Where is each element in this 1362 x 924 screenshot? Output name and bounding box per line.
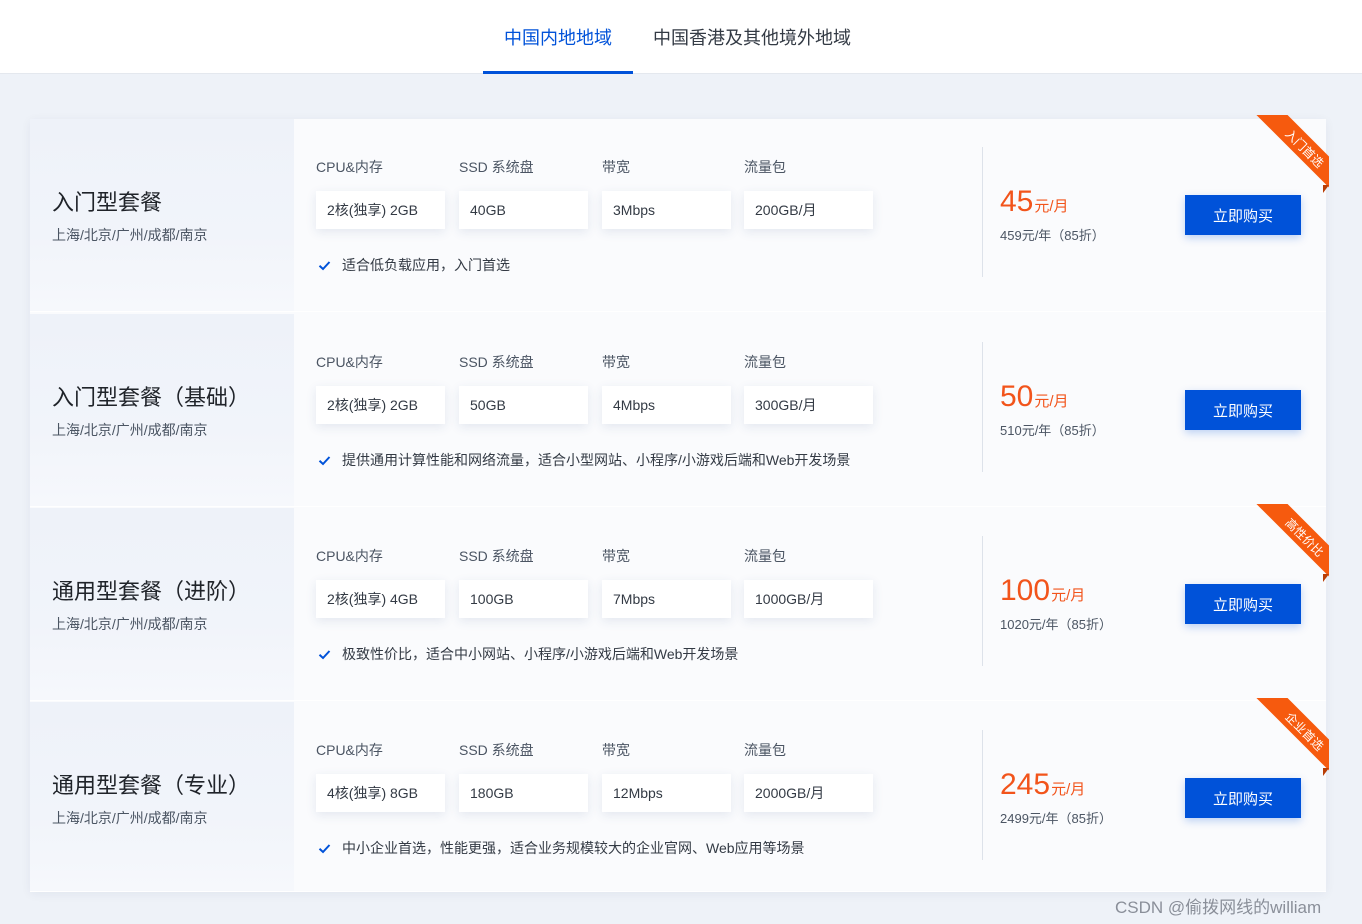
- price-amount: 100: [1000, 574, 1051, 607]
- price-unit: 元/月: [1051, 781, 1086, 798]
- spec-disk-value: 50GB: [459, 386, 588, 424]
- monthly-price: 50 元/月: [1000, 382, 1069, 412]
- plan-card: 通用型套餐（专业） 上海/北京/广州/成都/南京 CPU&内存 SSD 系统盘 …: [30, 698, 1329, 892]
- ribbon-label: 企业首选: [1254, 698, 1329, 780]
- spec-cpu-value: 4核(独享) 8GB: [316, 774, 445, 812]
- tab-mainland-china[interactable]: 中国内地地域: [483, 0, 633, 74]
- spec-label-cpu: CPU&内存: [316, 159, 383, 175]
- plan-feature: 提供通用计算性能和网络流量，适合小型网站、小程序/小游戏后端和Web开发场景: [318, 450, 850, 470]
- spec-label-bandwidth: 带宽: [602, 548, 630, 564]
- price-unit: 元/月: [1034, 198, 1069, 215]
- spec-label-bandwidth: 带宽: [602, 354, 630, 370]
- price-amount: 50: [1000, 380, 1034, 413]
- plan-feature-text: 中小企业首选，性能更强，适合业务规模较大的企业官网、Web应用等场景: [342, 840, 805, 856]
- price-unit: 元/月: [1034, 393, 1069, 410]
- spec-disk-value: 40GB: [459, 191, 588, 229]
- price-unit: 元/月: [1051, 587, 1086, 604]
- yearly-price: 1020元/年（85折）: [1000, 617, 1112, 632]
- spec-disk-value: 180GB: [459, 774, 588, 812]
- plan-feature-text: 极致性价比，适合中小网站、小程序/小游戏后端和Web开发场景: [342, 646, 739, 662]
- plan-name: 通用型套餐（专业）: [52, 773, 251, 798]
- yearly-price: 459元/年（85折）: [1000, 228, 1105, 243]
- plan-name: 入门型套餐: [52, 190, 163, 215]
- spec-label-traffic: 流量包: [744, 159, 786, 175]
- spec-label-disk: SSD 系统盘: [459, 742, 534, 758]
- plan-name: 入门型套餐（基础）: [52, 385, 251, 410]
- divider: [982, 536, 983, 666]
- spec-label-disk: SSD 系统盘: [459, 159, 534, 175]
- plan-feature: 中小企业首选，性能更强，适合业务规模较大的企业官网、Web应用等场景: [318, 838, 805, 858]
- plan-card: 通用型套餐（进阶） 上海/北京/广州/成都/南京 CPU&内存 SSD 系统盘 …: [30, 504, 1329, 701]
- spec-bandwidth-value: 12Mbps: [602, 774, 731, 812]
- spec-disk-value: 100GB: [459, 580, 588, 618]
- yearly-price: 2499元/年（85折）: [1000, 811, 1112, 826]
- spec-label-traffic: 流量包: [744, 742, 786, 758]
- buy-now-button[interactable]: 立即购买: [1185, 390, 1301, 430]
- spec-label-disk: SSD 系统盘: [459, 548, 534, 564]
- check-icon: [318, 843, 331, 853]
- spec-cpu-value: 2核(独享) 2GB: [316, 386, 445, 424]
- plan-header: 入门型套餐（基础） 上海/北京/广州/成都/南京: [30, 314, 294, 506]
- monthly-price: 245 元/月: [1000, 770, 1085, 800]
- corner-ribbon: 入门首选: [1245, 115, 1329, 197]
- plan-header: 通用型套餐（进阶） 上海/北京/广州/成都/南京: [30, 508, 294, 700]
- check-icon: [318, 649, 331, 659]
- spec-label-traffic: 流量包: [744, 354, 786, 370]
- plan-regions: 上海/北京/广州/成都/南京: [52, 616, 208, 632]
- spec-traffic-value: 2000GB/月: [744, 774, 873, 812]
- check-icon: [318, 260, 331, 270]
- spec-bandwidth-value: 7Mbps: [602, 580, 731, 618]
- divider: [982, 342, 983, 472]
- spec-cpu-value: 2核(独享) 2GB: [316, 191, 445, 229]
- spec-label-bandwidth: 带宽: [602, 742, 630, 758]
- corner-ribbon: 企业首选: [1245, 698, 1329, 780]
- spec-label-cpu: CPU&内存: [316, 742, 383, 758]
- corner-ribbon: 高性价比: [1245, 504, 1329, 586]
- plan-card: 入门型套餐 上海/北京/广州/成都/南京 CPU&内存 SSD 系统盘 带宽 流…: [30, 115, 1329, 312]
- price-amount: 245: [1000, 768, 1051, 801]
- plan-feature: 极致性价比，适合中小网站、小程序/小游戏后端和Web开发场景: [318, 644, 738, 664]
- ribbon-label: 高性价比: [1254, 504, 1329, 586]
- plan-list: 入门型套餐 上海/北京/广州/成都/南京 CPU&内存 SSD 系统盘 带宽 流…: [30, 115, 1329, 892]
- plan-feature-text: 适合低负载应用，入门首选: [342, 257, 510, 273]
- ribbon-fold: [1323, 768, 1329, 776]
- spec-label-disk: SSD 系统盘: [459, 354, 534, 370]
- spec-bandwidth-value: 3Mbps: [602, 191, 731, 229]
- monthly-price: 100 元/月: [1000, 576, 1085, 606]
- tab-hongkong-overseas[interactable]: 中国香港及其他境外地域: [648, 0, 856, 74]
- plan-name: 通用型套餐（进阶）: [52, 579, 251, 604]
- buy-now-button[interactable]: 立即购买: [1185, 778, 1301, 818]
- spec-label-cpu: CPU&内存: [316, 354, 383, 370]
- watermark: CSDN @偷拨网线的william: [1115, 898, 1322, 917]
- spec-bandwidth-value: 4Mbps: [602, 386, 731, 424]
- ribbon-fold: [1323, 185, 1329, 193]
- region-tabs: 中国内地地域 中国香港及其他境外地域: [0, 0, 1362, 74]
- plan-card: 入门型套餐（基础） 上海/北京/广州/成都/南京 CPU&内存 SSD 系统盘 …: [30, 314, 1326, 507]
- ribbon-fold: [1323, 574, 1329, 582]
- monthly-price: 45 元/月: [1000, 187, 1069, 217]
- plan-regions: 上海/北京/广州/成都/南京: [52, 422, 208, 438]
- plan-feature-text: 提供通用计算性能和网络流量，适合小型网站、小程序/小游戏后端和Web开发场景: [342, 452, 851, 468]
- plan-header: 通用型套餐（专业） 上海/北京/广州/成都/南京: [30, 702, 294, 891]
- price-amount: 45: [1000, 185, 1034, 218]
- ribbon-label: 入门首选: [1254, 115, 1329, 197]
- plan-regions: 上海/北京/广州/成都/南京: [52, 810, 208, 826]
- divider: [982, 730, 983, 860]
- buy-now-button[interactable]: 立即购买: [1185, 584, 1301, 624]
- check-icon: [318, 455, 331, 465]
- plan-header: 入门型套餐 上海/北京/广州/成都/南京: [30, 119, 294, 311]
- spec-cpu-value: 2核(独享) 4GB: [316, 580, 445, 618]
- plan-regions: 上海/北京/广州/成都/南京: [52, 227, 208, 243]
- spec-traffic-value: 200GB/月: [744, 191, 873, 229]
- spec-traffic-value: 300GB/月: [744, 386, 873, 424]
- divider: [982, 147, 983, 277]
- spec-label-bandwidth: 带宽: [602, 159, 630, 175]
- spec-label-traffic: 流量包: [744, 548, 786, 564]
- plan-feature: 适合低负载应用，入门首选: [318, 255, 510, 275]
- spec-traffic-value: 1000GB/月: [744, 580, 873, 618]
- yearly-price: 510元/年（85折）: [1000, 423, 1105, 438]
- buy-now-button[interactable]: 立即购买: [1185, 195, 1301, 235]
- spec-label-cpu: CPU&内存: [316, 548, 383, 564]
